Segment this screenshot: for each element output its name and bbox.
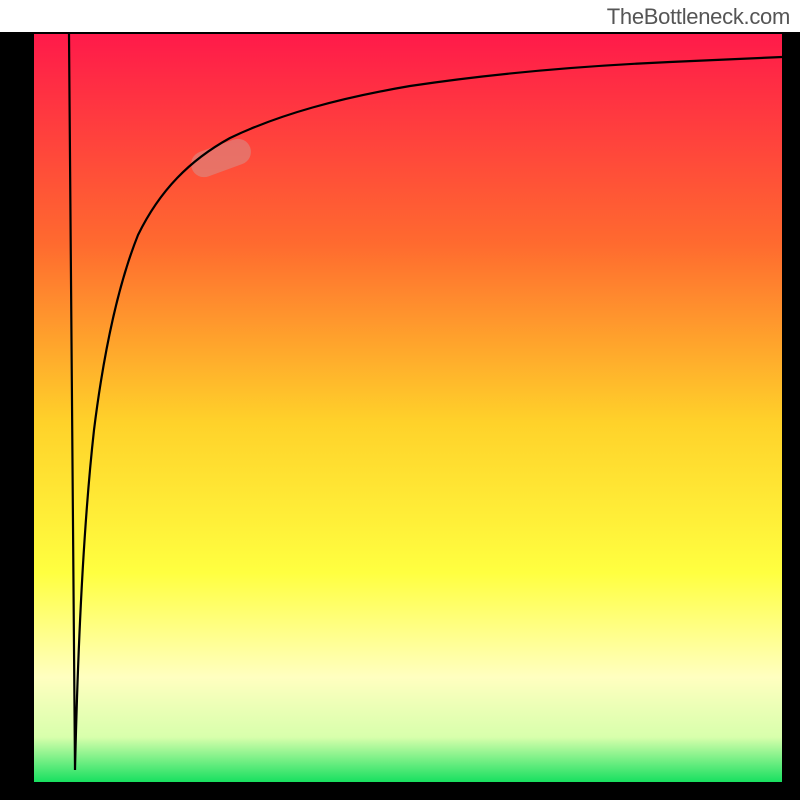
attribution-text: TheBottleneck.com [607,4,790,30]
chart-container: TheBottleneck.com [0,0,800,800]
chart-svg [0,0,800,800]
plot-background [34,34,782,782]
